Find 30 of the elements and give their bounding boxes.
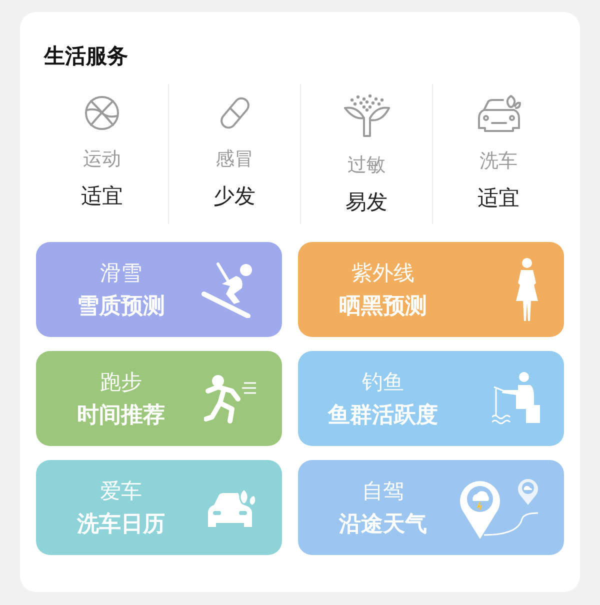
index-value: 少发 (214, 183, 256, 210)
card-title: 紫外线 (352, 260, 414, 286)
card-subtitle: 时间推荐 (77, 402, 165, 430)
card-subtitle: 沿途天气 (339, 510, 427, 538)
card-title: 自驾 (362, 478, 404, 504)
card-title: 爱车 (100, 478, 142, 504)
service-card[interactable]: 跑步 时间推荐 (36, 351, 282, 446)
basketball-icon (83, 94, 121, 132)
index-name: 洗车 (480, 149, 518, 174)
service-card[interactable]: 滑雪 雪质预测 (36, 242, 282, 337)
flower-icon (342, 94, 392, 138)
fisher-icon (492, 370, 542, 426)
index-name: 过敏 (348, 153, 386, 178)
service-card[interactable]: 自驾 沿途天气 (298, 460, 564, 555)
index-name: 感冒 (216, 147, 254, 172)
card-title: 跑步 (100, 368, 142, 396)
card-title: 钓鱼 (362, 368, 404, 396)
index-value: 适宜 (478, 185, 520, 212)
card-subtitle: 雪质预测 (77, 292, 165, 320)
card-subtitle: 鱼群活跃度 (328, 402, 438, 430)
index-value: 易发 (346, 189, 388, 216)
card-subtitle: 洗车日历 (77, 510, 165, 538)
card-subtitle: 晒黑预测 (339, 292, 427, 320)
index-value: 适宜 (81, 183, 123, 210)
index-name: 运动 (83, 147, 121, 172)
service-card[interactable]: 紫外线 晒黑预测 (298, 242, 564, 337)
service-card[interactable]: 钓鱼 鱼群活跃度 (298, 351, 564, 446)
panel-title: 生活服务 (44, 43, 128, 70)
service-card[interactable]: 爱车 洗车日历 (36, 460, 282, 555)
card-title: 滑雪 (100, 260, 142, 286)
